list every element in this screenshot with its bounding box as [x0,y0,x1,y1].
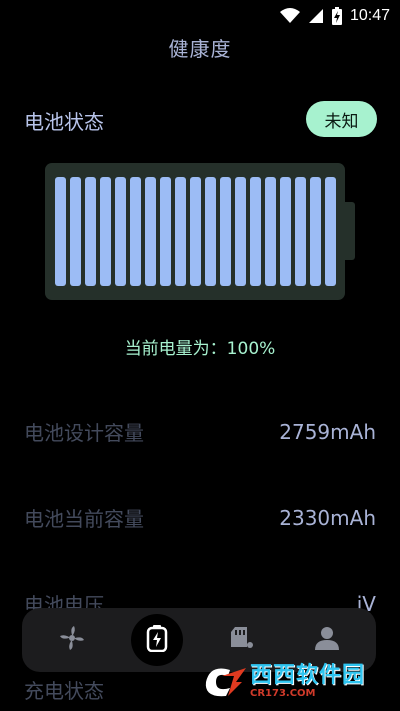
battery-cell [235,177,246,286]
status-clock: 10:47 [349,7,390,24]
battery-cell [85,177,96,286]
info-label: 电池设计容量 [24,421,144,445]
fan-icon [58,624,86,656]
battery-health-chip: 未知 [306,101,377,137]
watermark-main: 西西软件园 [250,663,366,688]
battery-graphic [45,163,345,300]
battery-cell [220,177,231,286]
battery-cell [265,177,276,286]
battery-cell [310,177,321,286]
status-bar: 10:47 [0,0,400,32]
battery-cell [205,177,216,286]
info-row-design-capacity: 电池设计容量 2759mAh [24,417,376,446]
battery-cell [190,177,201,286]
battery-cell [280,177,291,286]
info-label: 电池当前容量 [24,507,144,531]
battery-cell [100,177,111,286]
watermark-text: 西西软件园 CR173.COM [250,665,365,699]
battery-cell [250,177,261,286]
watermark-logo-icon [200,662,250,702]
info-row-current-capacity: 电池当前容量 2330mAh [24,503,376,532]
wifi-icon [279,8,300,24]
battery-cell [160,177,171,286]
site-watermark: 西西软件园 CR173.COM [200,661,382,703]
battery-charging-icon [331,7,342,25]
battery-cell [115,177,126,286]
nav-item-storage[interactable] [216,614,268,666]
cellular-signal-icon [308,8,324,24]
person-icon [314,625,340,655]
nav-item-profile[interactable] [301,614,353,666]
battery-status-title: 电池状态 [24,110,104,134]
battery-cell [325,177,336,286]
info-label: 充电状态 [24,679,104,703]
battery-level-text: 当前电量为：100% [124,339,276,359]
battery-cells [55,177,339,286]
info-value: 2330mAh [279,505,376,530]
battery-cell [70,177,81,286]
battery-cell [175,177,186,286]
status-icons: 10:47 [279,6,390,26]
page-title: 健康度 [168,37,232,61]
battery-cell [55,177,66,286]
storage-card-icon [229,625,255,655]
battery-cell [130,177,141,286]
info-value: 2759mAh [279,419,376,444]
battery-bolt-icon [146,624,168,656]
watermark-sub: CR173.COM [250,688,316,699]
nav-item-fan[interactable] [46,614,98,666]
nav-item-battery[interactable] [131,614,183,666]
battery-cell [295,177,306,286]
battery-terminal [345,202,355,260]
battery-cell [145,177,156,286]
